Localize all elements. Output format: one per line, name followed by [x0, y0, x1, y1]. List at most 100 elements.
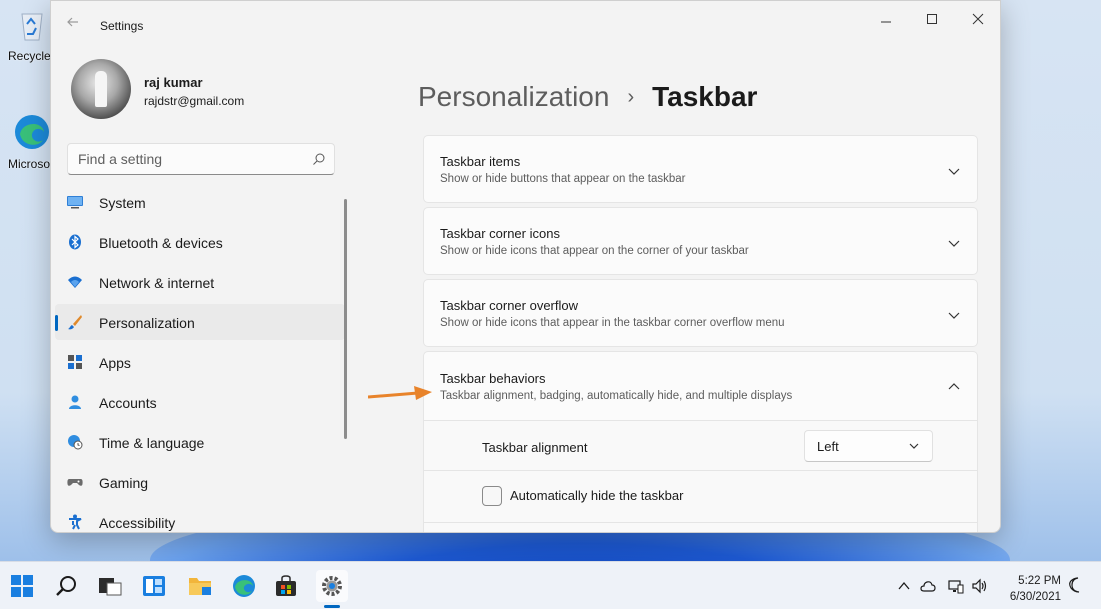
sidebar-item-network[interactable]: Network & internet	[55, 264, 345, 300]
title-bar[interactable]: Settings	[51, 1, 1000, 41]
desktop-icon-label: Recycle Bin	[8, 49, 56, 63]
sidebar-item-personalization[interactable]: Personalization	[55, 304, 345, 340]
close-button[interactable]	[955, 9, 1000, 29]
sidebar-item-system[interactable]: System	[55, 184, 345, 220]
monitor-icon	[67, 196, 83, 209]
sidebar-item-accessibility[interactable]: Accessibility	[55, 504, 345, 532]
search-box[interactable]	[67, 143, 335, 175]
desktop-icon-edge[interactable]: Microsoft Edge	[8, 112, 56, 171]
wifi-icon	[68, 276, 82, 288]
settings-icon	[322, 576, 342, 596]
chevron-up-icon	[948, 383, 960, 390]
section-title: Taskbar corner icons	[440, 226, 560, 241]
arrow-left-icon	[67, 17, 78, 27]
network-icon[interactable]	[948, 578, 964, 594]
cloud-icon[interactable]	[920, 578, 936, 594]
breadcrumb-separator: ›	[627, 85, 635, 108]
minimize-button[interactable]	[863, 9, 909, 29]
next-row	[424, 522, 977, 532]
apps-icon	[68, 355, 82, 369]
file-explorer-button[interactable]	[184, 570, 216, 602]
section-title: Taskbar corner overflow	[440, 298, 578, 313]
edge-icon	[233, 575, 255, 597]
chevron-down-icon	[909, 443, 919, 449]
breadcrumb-parent[interactable]: Personalization	[418, 81, 609, 113]
taskbar-search-button[interactable]	[50, 570, 82, 602]
chevron-down-icon	[948, 240, 960, 247]
start-icon	[11, 575, 33, 597]
sidebar-item-label: System	[99, 195, 146, 211]
sidebar-item-accounts[interactable]: Accounts	[55, 384, 345, 420]
edge-icon	[15, 115, 49, 149]
sidebar-scrollbar[interactable]	[344, 199, 347, 439]
sidebar-item-label: Network & internet	[99, 275, 215, 291]
sidebar-item-label: Bluetooth & devices	[99, 235, 223, 251]
section-taskbar-corner-overflow[interactable]: Taskbar corner overflow Show or hide ico…	[423, 279, 978, 347]
paintbrush-icon	[68, 315, 82, 330]
sidebar-item-label: Personalization	[99, 315, 195, 331]
bluetooth-icon	[69, 234, 81, 250]
sidebar-nav: System Bluetooth & devices Network & int…	[55, 184, 345, 532]
taskbar: 5:22 PM 6/30/2021	[0, 561, 1101, 609]
person-icon	[69, 395, 81, 409]
breadcrumb: Personalization › Taskbar	[418, 81, 757, 113]
sidebar-item-label: Accounts	[99, 395, 157, 411]
widgets-icon	[143, 576, 165, 596]
section-subtitle: Show or hide icons that appear in the ta…	[440, 317, 785, 329]
start-button[interactable]	[6, 570, 38, 602]
user-email: rajdstr@gmail.com	[144, 94, 245, 108]
clock[interactable]: 5:22 PM 6/30/2021	[1005, 573, 1061, 605]
sidebar-item-apps[interactable]: Apps	[55, 344, 345, 380]
chevron-down-icon	[948, 168, 960, 175]
clock-time: 5:22 PM	[1018, 575, 1061, 587]
widgets-button[interactable]	[138, 570, 170, 602]
sidebar-item-bluetooth[interactable]: Bluetooth & devices	[55, 224, 345, 260]
section-subtitle: Taskbar alignment, badging, automaticall…	[440, 390, 793, 402]
active-app-indicator	[324, 605, 340, 608]
task-view-button[interactable]	[94, 570, 126, 602]
alignment-dropdown[interactable]: Left	[804, 430, 933, 462]
gamepad-icon	[67, 479, 83, 486]
section-taskbar-corner-icons[interactable]: Taskbar corner icons Show or hide icons …	[423, 207, 978, 275]
minimize-icon	[881, 21, 891, 23]
desktop-icon-recycle-bin[interactable]: Recycle Bin	[8, 4, 56, 63]
section-subtitle: Show or hide buttons that appear on the …	[440, 173, 686, 185]
autohide-label[interactable]: Automatically hide the taskbar	[510, 488, 683, 503]
store-button[interactable]	[270, 570, 302, 602]
search-icon[interactable]	[312, 152, 326, 166]
edge-taskbar-button[interactable]	[228, 570, 260, 602]
maximize-button[interactable]	[909, 9, 955, 29]
chevron-down-icon	[948, 312, 960, 319]
clock-date: 6/30/2021	[1009, 591, 1061, 603]
back-button[interactable]	[65, 14, 81, 30]
section-subtitle: Show or hide icons that appear on the co…	[440, 245, 749, 257]
sidebar-item-label: Gaming	[99, 475, 149, 491]
task-view-icon	[99, 578, 122, 596]
sidebar-item-label: Accessibility	[99, 515, 176, 531]
avatar-figure	[95, 71, 107, 107]
moon-icon[interactable]	[1068, 577, 1084, 593]
volume-icon[interactable]	[972, 578, 988, 594]
recycle-bin-icon	[21, 13, 43, 41]
page-title: Taskbar	[652, 81, 758, 112]
user-name: raj kumar	[144, 75, 203, 90]
sidebar-item-time-language[interactable]: Time & language	[55, 424, 345, 460]
taskbar-alignment-row: Taskbar alignment Left	[424, 420, 977, 470]
alignment-label: Taskbar alignment	[482, 440, 588, 455]
accessibility-icon	[69, 514, 82, 530]
chevron-up-icon[interactable]	[896, 578, 912, 594]
maximize-icon	[927, 14, 937, 24]
search-icon	[56, 576, 76, 596]
store-icon	[276, 575, 296, 596]
section-taskbar-items[interactable]: Taskbar items Show or hide buttons that …	[423, 135, 978, 203]
avatar[interactable]	[71, 59, 131, 119]
settings-window: Settings raj kumar rajdstr@gmail.com Sys…	[50, 0, 1001, 533]
search-input[interactable]	[68, 144, 298, 174]
sidebar-item-gaming[interactable]: Gaming	[55, 464, 345, 500]
settings-taskbar-button[interactable]	[316, 570, 348, 602]
section-taskbar-behaviors: Taskbar behaviors Taskbar alignment, bad…	[423, 351, 978, 532]
file-explorer-icon	[189, 578, 211, 595]
autohide-checkbox[interactable]	[482, 486, 502, 506]
section-header[interactable]: Taskbar behaviors Taskbar alignment, bad…	[424, 352, 977, 420]
dropdown-value: Left	[817, 439, 839, 454]
